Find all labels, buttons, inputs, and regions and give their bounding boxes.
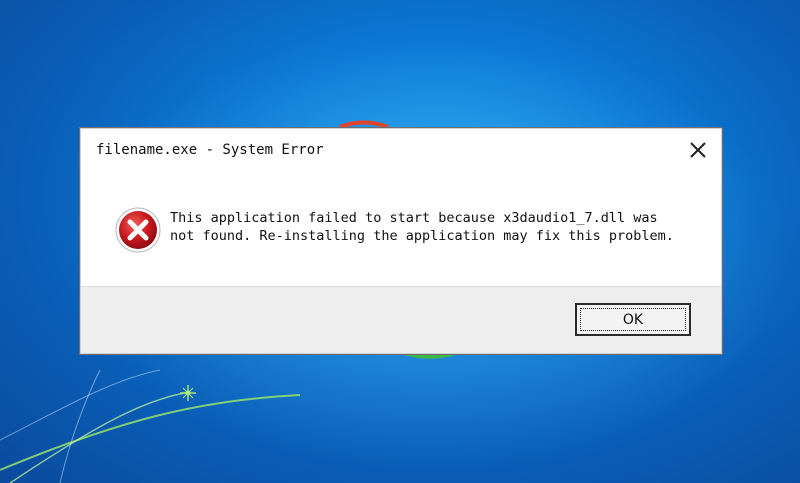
dialog-title: filename.exe - System Error [96,142,324,158]
ok-button[interactable]: OK [575,303,691,336]
close-button[interactable] [686,138,710,162]
dialog-footer: OK [81,286,721,353]
close-icon [690,142,706,158]
error-icon [114,206,162,254]
error-message-line-1: This application failed to start because… [170,210,658,226]
system-error-dialog: filename.exe - System Error This applica… [79,127,723,355]
ok-button-label: OK [622,311,644,328]
error-message-line-2: not found. Re-installing the application… [170,228,674,244]
error-message: This application failed to start because… [170,209,710,245]
